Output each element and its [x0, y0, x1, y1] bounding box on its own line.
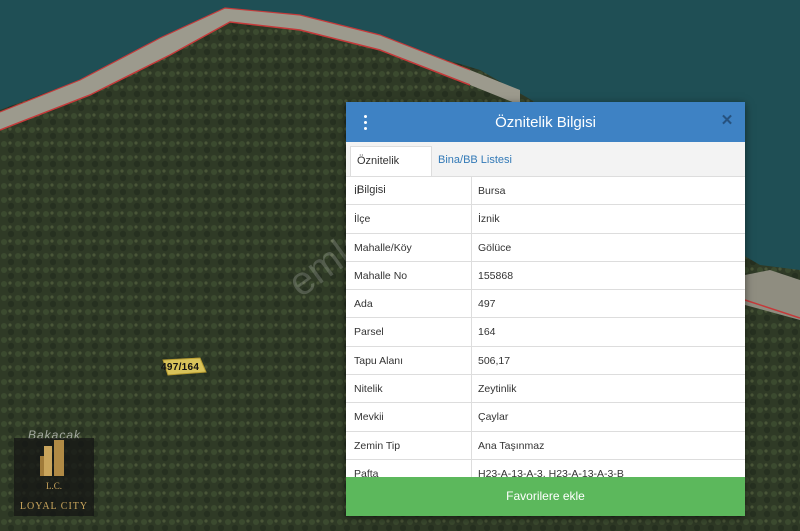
close-icon[interactable]: ✕ [719, 113, 735, 129]
panel-header: Öznitelik Bilgisi ✕ [346, 102, 745, 142]
table-row: Mevkii Çaylar [346, 403, 745, 432]
tab-building-list[interactable]: Bina/BB Listesi [432, 146, 518, 175]
table-row: Mahalle/Köy Gölüce [346, 233, 745, 262]
row-key: Tapu Alanı [354, 354, 404, 367]
row-value: 155868 [478, 269, 514, 282]
row-key: Parsel [354, 326, 384, 339]
add-to-favorites-button[interactable]: Favorilere ekle [346, 477, 745, 516]
logo-name: LOYAL CITY [19, 501, 89, 512]
loyal-city-logo: L.C. LOYAL CITY [14, 438, 94, 516]
row-value: İznik [478, 213, 500, 226]
table-row: Ada 497 [346, 290, 745, 319]
tab-attributes[interactable]: Öznitelik Bilgisi [350, 146, 432, 196]
table-row: Parsel 164 [346, 318, 745, 347]
row-key: Mahalle/Köy [354, 241, 412, 254]
building-icon [40, 440, 64, 476]
row-value: Ana Taşınmaz [478, 439, 545, 452]
row-value: Çaylar [478, 411, 509, 424]
row-key: Mahalle No [354, 269, 408, 282]
table-row: Zemin Tip Ana Taşınmaz [346, 431, 745, 460]
row-value: Zeytinlik [478, 383, 517, 396]
row-value: 506,17 [478, 354, 511, 367]
row-value: 164 [478, 326, 496, 339]
row-key: Zemin Tip [354, 439, 401, 452]
row-value: Bursa [478, 185, 506, 197]
panel-title: Öznitelik Bilgisi [495, 114, 596, 131]
row-key: Ada [354, 298, 373, 311]
table-row: İl Bursa [346, 177, 745, 206]
row-value: Gölüce [478, 241, 512, 254]
attribute-table: İl Bursa İlçe İznik Mahalle/Köy Gölüce Maha… [346, 177, 745, 489]
row-key: Nitelik [354, 383, 383, 396]
tab-bar: Öznitelik Bilgisi Bina/BB Listesi [346, 142, 745, 196]
row-key: Mevkii [354, 411, 384, 424]
table-row: İlçe İznik [346, 205, 745, 234]
table-row: Mahalle No 155868 [346, 261, 745, 291]
parcel-label: 497/164 [161, 362, 200, 373]
table-row: Nitelik Zeytinlik [346, 375, 745, 404]
row-key: İl [354, 185, 360, 197]
attribute-panel: Öznitelik Bilgisi ✕ Öznitelik Bilgisi Bi… [346, 102, 745, 516]
logo-initials: L.C. [45, 481, 62, 491]
row-key: İlçe [354, 213, 371, 226]
table-row: Tapu Alanı 506,17 [346, 346, 745, 376]
row-value: 497 [478, 298, 496, 311]
